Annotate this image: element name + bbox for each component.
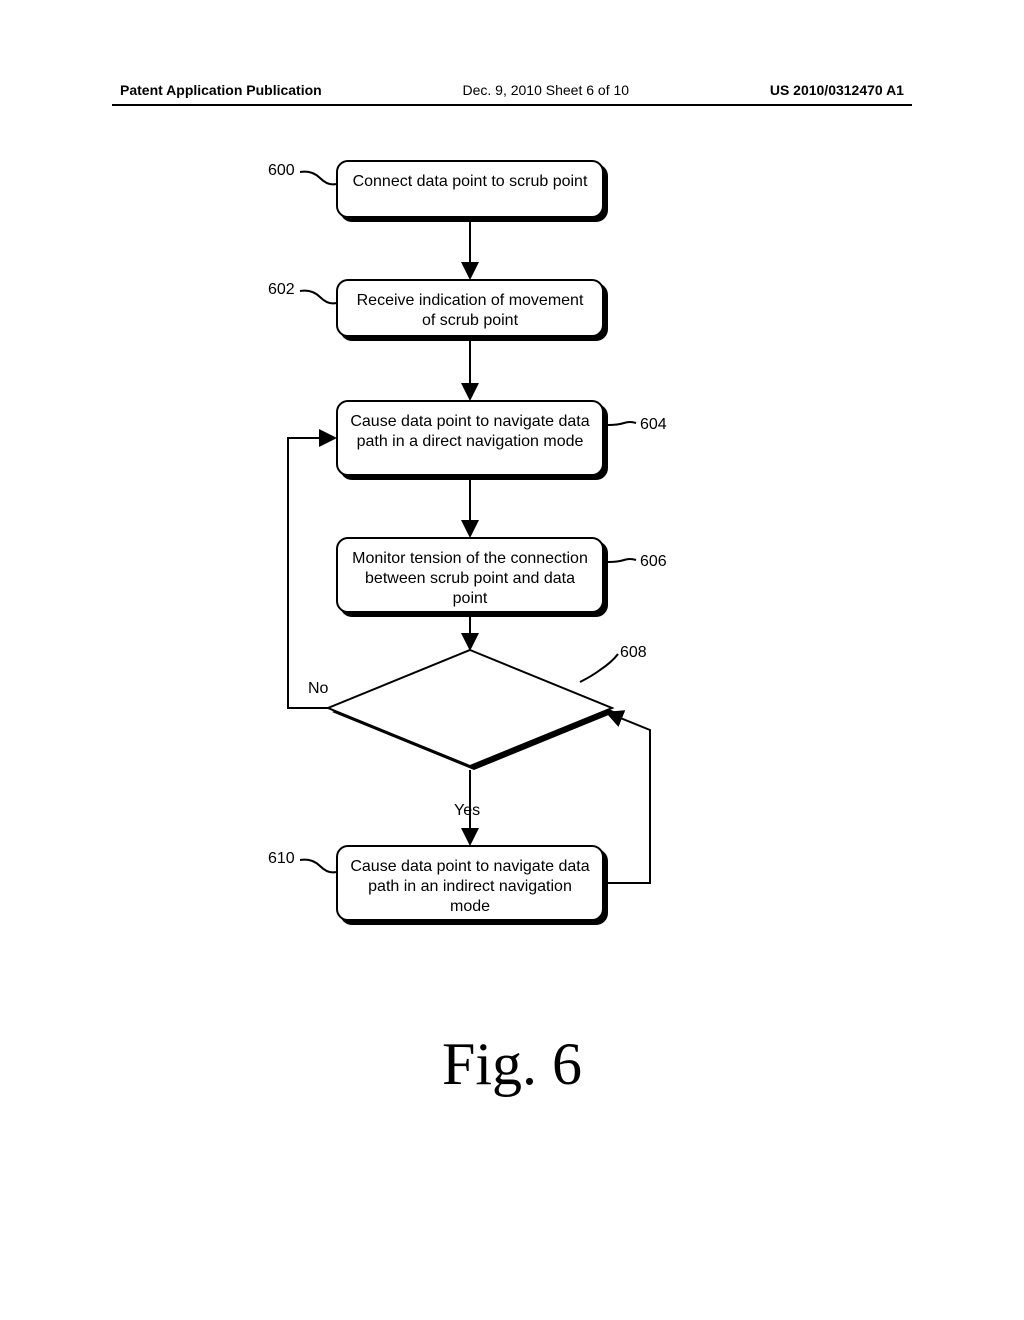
- label-no: No: [308, 680, 328, 698]
- box-610: Cause data point to navigate data path i…: [336, 845, 604, 921]
- header-right: US 2010/0312470 A1: [770, 82, 904, 98]
- ref-610: 610: [268, 850, 295, 868]
- header-rule: [112, 104, 912, 106]
- box-602-text: Receive indication of movement of scrub …: [357, 292, 584, 329]
- box-600: Connect data point to scrub point: [336, 160, 604, 218]
- ref-600: 600: [268, 162, 295, 180]
- ref-604: 604: [640, 416, 667, 434]
- box-604: Cause data point to navigate data path i…: [336, 400, 604, 476]
- box-604-text: Cause data point to navigate data path i…: [350, 413, 589, 450]
- decision-608-text: Connection tension exceeds threshold?: [370, 690, 570, 730]
- ref-606: 606: [640, 553, 667, 571]
- figure-caption: Fig. 6: [0, 1030, 1024, 1099]
- label-yes: Yes: [454, 802, 480, 820]
- box-602: Receive indication of movement of scrub …: [336, 279, 604, 337]
- box-610-text: Cause data point to navigate data path i…: [350, 858, 589, 915]
- header-left: Patent Application Publication: [120, 82, 322, 98]
- header-center: Dec. 9, 2010 Sheet 6 of 10: [462, 82, 629, 98]
- page-header: Patent Application Publication Dec. 9, 2…: [120, 82, 904, 98]
- ref-602: 602: [268, 281, 295, 299]
- ref-608: 608: [620, 644, 647, 662]
- box-600-text: Connect data point to scrub point: [353, 173, 588, 190]
- box-606: Monitor tension of the connection betwee…: [336, 537, 604, 613]
- box-606-text: Monitor tension of the connection betwee…: [352, 550, 588, 607]
